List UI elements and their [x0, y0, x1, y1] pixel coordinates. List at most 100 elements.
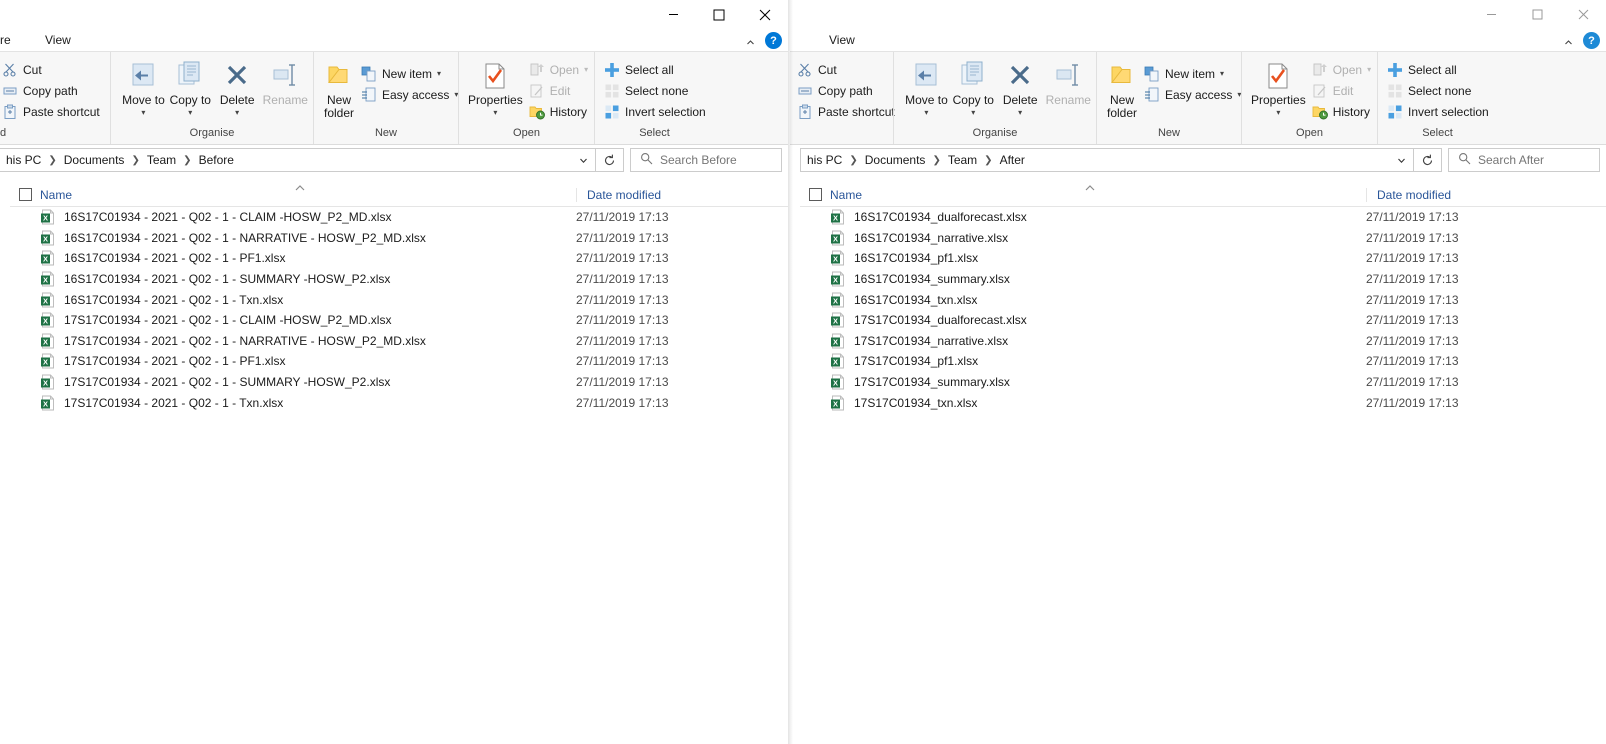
new-item-button[interactable]: New item ▾	[359, 63, 463, 84]
column-header-date-modified[interactable]: Date modified	[576, 187, 786, 202]
table-row[interactable]: X 17S17C01934_pf1.xlsx 27/11/2019 17:13	[800, 351, 1606, 372]
file-name-cell[interactable]: X 16S17C01934 - 2021 - Q02 - 1 - CLAIM -H…	[40, 209, 576, 225]
file-name-cell[interactable]: X 17S17C01934_pf1.xlsx	[830, 353, 1366, 369]
table-row[interactable]: X 17S17C01934_txn.xlsx 27/11/2019 17:13	[800, 392, 1606, 413]
collapse-ribbon-icon[interactable]	[1563, 35, 1574, 46]
breadcrumb-2[interactable]: Team	[948, 153, 977, 167]
column-header-row[interactable]: Name Date modified	[10, 183, 788, 207]
file-rows[interactable]: X 16S17C01934_dualforecast.xlsx 27/11/2019…	[800, 207, 1606, 413]
tab-view[interactable]: View	[818, 29, 866, 52]
table-row[interactable]: X 16S17C01934 - 2021 - Q02 - 1 - NARRATIV…	[10, 228, 788, 249]
explorer-window-after[interactable]: View ? Cut Copy path Paste shortcut Move…	[790, 0, 1606, 744]
file-name-cell[interactable]: X 16S17C01934_narrative.xlsx	[830, 230, 1366, 246]
titlebar[interactable]	[0, 0, 788, 29]
new-item-button[interactable]: New item ▾	[1142, 63, 1246, 84]
collapse-ribbon-icon[interactable]	[745, 35, 756, 46]
select-none-button[interactable]: Select none	[602, 80, 711, 101]
chevron-down-icon[interactable]: ▾	[584, 64, 588, 76]
ribbon[interactable]: Cut Copy path	[790, 52, 1606, 145]
delete-button[interactable]: Delete ▾	[216, 56, 259, 117]
paste-shortcut-button[interactable]: Paste shortcut	[0, 101, 105, 122]
select-none-button[interactable]: Select none	[1385, 80, 1494, 101]
chevron-down-icon[interactable]: ▾	[1276, 109, 1280, 117]
copy-to-button[interactable]: Copy to ▾	[952, 56, 995, 117]
chevron-down-icon[interactable]: ▾	[437, 68, 441, 80]
close-button[interactable]	[1560, 0, 1606, 29]
chevron-down-icon[interactable]: ▾	[1367, 64, 1371, 76]
refresh-button[interactable]	[596, 148, 624, 172]
file-name-cell[interactable]: X 16S17C01934_txn.xlsx	[830, 292, 1366, 308]
ribbon[interactable]: Cut Copy path	[0, 52, 788, 145]
table-row[interactable]: X 16S17C01934 - 2021 - Q02 - 1 - PF1.xlsx…	[10, 248, 788, 269]
table-row[interactable]: X 17S17C01934_dualforecast.xlsx 27/11/2019…	[800, 310, 1606, 331]
table-row[interactable]: X 16S17C01934_pf1.xlsx 27/11/2019 17:13	[800, 248, 1606, 269]
chevron-down-icon[interactable]: ▾	[1220, 68, 1224, 80]
file-name-cell[interactable]: X 16S17C01934 - 2021 - Q02 - 1 - Txn.xlsx	[40, 292, 576, 308]
select-all-button[interactable]: Select all	[602, 59, 711, 80]
chevron-down-icon[interactable]: ▾	[971, 109, 975, 117]
table-row[interactable]: X 17S17C01934 - 2021 - Q02 - 1 - CLAIM -H…	[10, 310, 788, 331]
copy-path-button[interactable]: Copy path	[0, 80, 105, 101]
table-row[interactable]: X 16S17C01934 - 2021 - Q02 - 1 - SUMMARY …	[10, 269, 788, 290]
file-rows[interactable]: X 16S17C01934 - 2021 - Q02 - 1 - CLAIM -H…	[10, 207, 788, 413]
cut-button[interactable]: Cut	[0, 59, 105, 80]
file-name-cell[interactable]: X 16S17C01934_pf1.xlsx	[830, 250, 1366, 266]
breadcrumb-0[interactable]: his PC	[6, 153, 41, 167]
titlebar[interactable]	[790, 0, 1606, 29]
address-bar[interactable]: his PC ❯ Documents ❯ Team ❯ Before	[0, 148, 596, 172]
file-name-cell[interactable]: X 17S17C01934 - 2021 - Q02 - 1 - CLAIM -H…	[40, 312, 576, 328]
tab-view[interactable]: View	[34, 29, 82, 52]
file-name-cell[interactable]: X 17S17C01934_txn.xlsx	[830, 395, 1366, 411]
chevron-down-icon[interactable]	[571, 155, 595, 166]
explorer-window-before[interactable]: re View ? Cut Copy path Paste shortcut d…	[0, 0, 788, 744]
cut-button[interactable]: Cut	[795, 59, 900, 80]
select-all-checkbox-cell[interactable]	[800, 188, 830, 201]
breadcrumb-2[interactable]: Team	[147, 153, 176, 167]
refresh-button[interactable]	[1414, 148, 1442, 172]
file-name-cell[interactable]: X 17S17C01934 - 2021 - Q02 - 1 - SUMMARY …	[40, 374, 576, 390]
properties-button[interactable]: Properties ▾	[468, 56, 523, 117]
edit-button[interactable]: Edit	[1310, 80, 1376, 101]
chevron-down-icon[interactable]: ▾	[188, 109, 192, 117]
breadcrumb-3[interactable]: Before	[199, 153, 234, 167]
history-button[interactable]: History	[527, 101, 593, 122]
easy-access-button[interactable]: Easy access ▾	[359, 84, 463, 105]
search-box[interactable]: Search After	[1448, 148, 1600, 172]
help-icon[interactable]: ?	[765, 32, 782, 49]
easy-access-button[interactable]: Easy access ▾	[1142, 84, 1246, 105]
paste-shortcut-button[interactable]: Paste shortcut	[795, 101, 900, 122]
properties-button[interactable]: Properties ▾	[1251, 56, 1306, 117]
new-folder-button[interactable]: New folder	[1106, 56, 1138, 120]
chevron-down-icon[interactable]: ▾	[141, 109, 145, 117]
table-row[interactable]: X 16S17C01934_dualforecast.xlsx 27/11/2019…	[800, 207, 1606, 228]
open-button[interactable]: Open ▾	[1310, 59, 1376, 80]
table-row[interactable]: X 17S17C01934_summary.xlsx 27/11/2019 17:1…	[800, 372, 1606, 393]
invert-selection-button[interactable]: Invert selection	[1385, 101, 1494, 122]
new-folder-button[interactable]: New folder	[323, 56, 355, 120]
table-row[interactable]: X 16S17C01934_summary.xlsx 27/11/2019 17:1…	[800, 269, 1606, 290]
file-name-cell[interactable]: X 16S17C01934_summary.xlsx	[830, 271, 1366, 287]
table-row[interactable]: X 16S17C01934_txn.xlsx 27/11/2019 17:13	[800, 289, 1606, 310]
chevron-down-icon[interactable]: ▾	[235, 109, 239, 117]
move-to-button[interactable]: Move to ▾	[905, 56, 948, 117]
chevron-down-icon[interactable]: ▾	[493, 109, 497, 117]
rename-button[interactable]: Rename	[1046, 56, 1091, 107]
breadcrumb-1[interactable]: Documents	[865, 153, 926, 167]
select-all-button[interactable]: Select all	[1385, 59, 1494, 80]
breadcrumb-3[interactable]: After	[1000, 153, 1025, 167]
table-row[interactable]: X 17S17C01934 - 2021 - Q02 - 1 - NARRATIV…	[10, 331, 788, 352]
table-row[interactable]: X 16S17C01934 - 2021 - Q02 - 1 - Txn.xlsx…	[10, 289, 788, 310]
address-bar[interactable]: his PC ❯ Documents ❯ Team ❯ After	[800, 148, 1414, 172]
copy-path-button[interactable]: Copy path	[795, 80, 900, 101]
file-list-panel[interactable]: Name Date modified X 16S17C01934 - 2021 -…	[10, 183, 788, 744]
column-header-row[interactable]: Name Date modified	[800, 183, 1606, 207]
edit-button[interactable]: Edit	[527, 80, 593, 101]
select-all-checkbox[interactable]	[18, 188, 32, 201]
file-name-cell[interactable]: X 17S17C01934 - 2021 - Q02 - 1 - Txn.xlsx	[40, 395, 576, 411]
move-to-button[interactable]: Move to ▾	[122, 56, 165, 117]
rename-button[interactable]: Rename	[263, 56, 308, 107]
ribbon-tabs[interactable]: View ?	[790, 29, 1606, 52]
select-all-checkbox-cell[interactable]	[10, 188, 40, 201]
maximize-button[interactable]	[1514, 0, 1560, 29]
file-name-cell[interactable]: X 16S17C01934 - 2021 - Q02 - 1 - SUMMARY …	[40, 271, 576, 287]
